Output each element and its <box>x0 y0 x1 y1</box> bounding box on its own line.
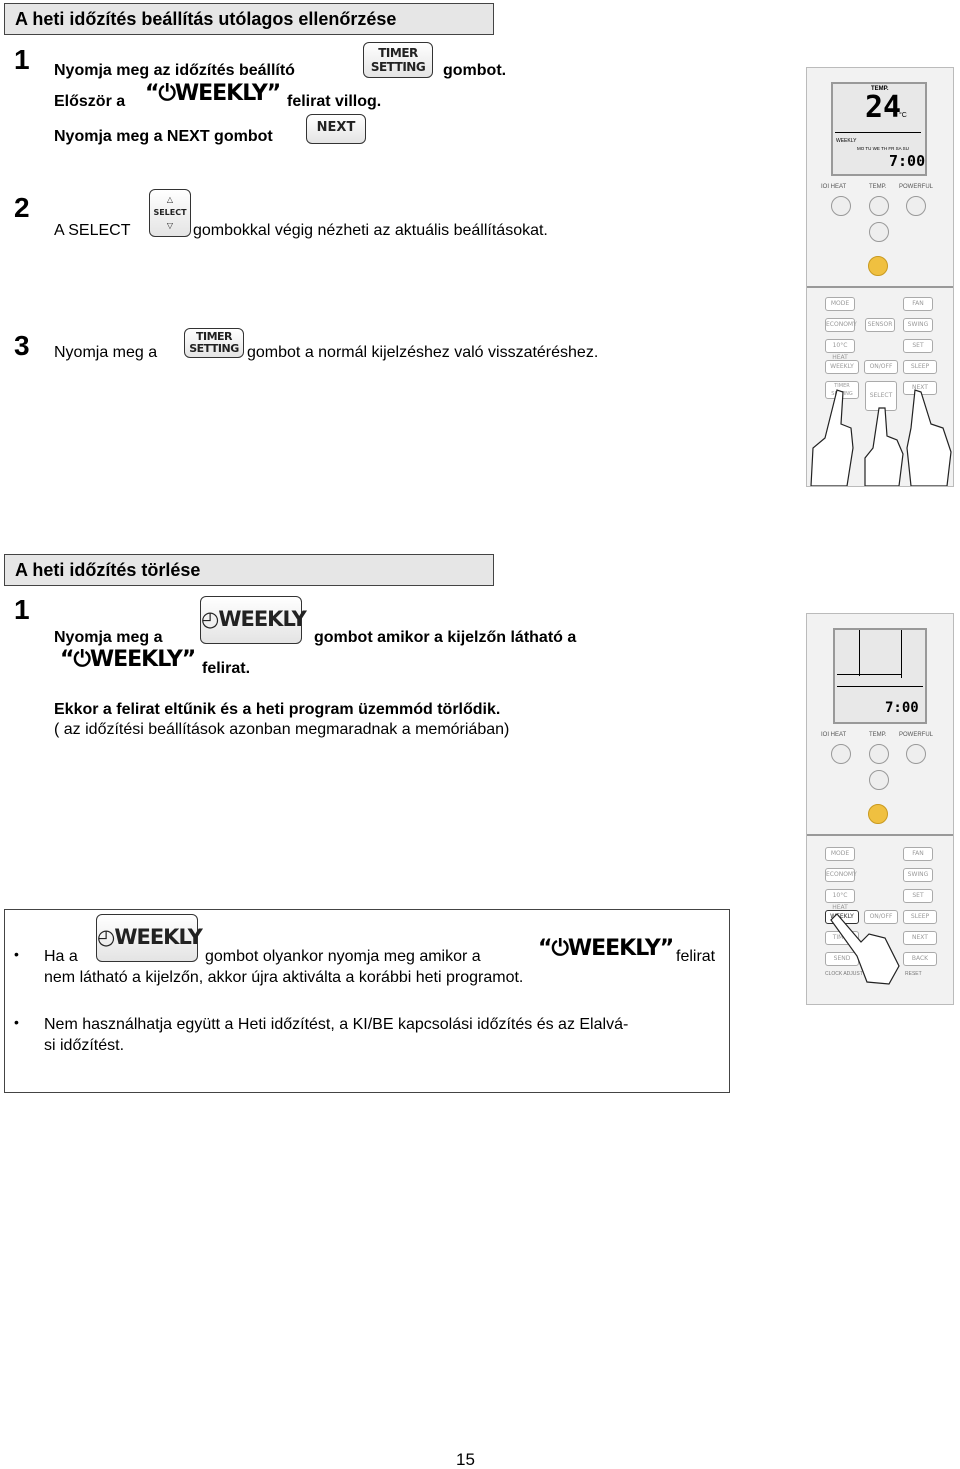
down-arrow-icon: ▽ <box>166 221 174 230</box>
power-button <box>868 256 888 276</box>
ioi-heat-button <box>831 196 851 216</box>
step-number: 3 <box>14 330 30 361</box>
up-arrow-icon: △ <box>166 195 174 204</box>
clock-icon: ◴ <box>201 607 219 631</box>
note-text: si időzítést. <box>44 1037 125 1054</box>
remote-key: SWING <box>903 868 933 882</box>
next-button: NEXT <box>306 114 366 144</box>
remote-key: FAN <box>903 297 933 311</box>
section-header-check: A heti időzítés beállítás utólagos ellen… <box>4 3 494 35</box>
remote-label: RESET <box>905 971 922 977</box>
remote-key: MODE <box>825 297 855 311</box>
remote-display: TEMP. 24 °C WEEKLY MO TU WE TH FR SA SU … <box>831 82 927 176</box>
remote-key: 10°C HEAT <box>825 889 855 911</box>
remote-key: SENSOR <box>865 318 895 332</box>
remote-key: BACK <box>903 952 937 966</box>
step-text: Ekkor a felirat eltűnik és a heti progra… <box>54 701 501 718</box>
step-text: Nyomja meg a <box>54 629 163 646</box>
time-value: 7:00 <box>885 700 919 716</box>
remote-key: MODE <box>825 847 855 861</box>
step-text: A SELECT <box>54 222 131 239</box>
step-text: Nyomja meg a NEXT gombot <box>54 128 273 145</box>
remote-key: SLEEP <box>903 910 937 924</box>
step-text: gombokkal végig nézheti az aktuális beál… <box>193 222 548 239</box>
step-number: 1 <box>14 44 30 75</box>
note-text: gombot olyankor nyomja meg amikor a <box>205 948 481 965</box>
step-text: Először a <box>54 93 126 110</box>
hand-icon <box>830 913 900 985</box>
powerful-button <box>906 744 926 764</box>
temperature-unit: °C <box>899 112 907 119</box>
remote-key: FAN <box>903 847 933 861</box>
remote-display: 7:00 <box>833 628 927 724</box>
temp-down-button <box>869 222 889 242</box>
step-text: ( az időzítési beállítások azonban megma… <box>54 721 510 738</box>
remote-label: POWERFUL <box>899 732 934 738</box>
remote-control-illustration: 7:00 IOI HEAT TEMP. POWERFUL MODE FAN EC… <box>806 613 954 1005</box>
bullet-icon: • <box>14 1014 19 1030</box>
temp-up-button <box>869 196 889 216</box>
step-text: felirat. <box>202 660 251 677</box>
remote-key: SLEEP <box>903 360 937 374</box>
section-header-delete: A heti időzítés törlése <box>4 554 494 586</box>
time-value: 7:00 <box>889 152 926 170</box>
weekly-label-icon: “⏻WEEKLY” <box>538 936 674 961</box>
powerful-button <box>906 196 926 216</box>
note-text: nem látható a kijelzőn, akkor újra aktiv… <box>44 969 524 986</box>
remote-label: IOI HEAT <box>821 732 847 738</box>
step-number: 2 <box>14 192 30 223</box>
power-button <box>868 804 888 824</box>
weekly-indicator: WEEKLY <box>836 138 857 144</box>
hand-icon <box>810 389 952 486</box>
note-text: Ha a <box>44 948 78 965</box>
step-text: gombot amikor a kijelzőn látható a <box>314 629 577 646</box>
weekly-label-icon: “⏻WEEKLY” <box>60 647 196 672</box>
select-button: △ SELECT ▽ <box>149 189 191 237</box>
timer-setting-button: TIMER SETTING <box>184 328 244 358</box>
remote-key: SWING <box>903 318 933 332</box>
timer-setting-button: TIMER SETTING <box>363 42 433 78</box>
remote-label: POWERFUL <box>899 184 934 190</box>
remote-key: ECONOMY <box>825 318 857 332</box>
temp-up-button <box>869 744 889 764</box>
remote-label: TEMP. <box>869 184 887 190</box>
days-indicator: MO TU WE TH FR SA SU <box>857 146 909 151</box>
remote-label: IOI HEAT <box>821 184 847 190</box>
remote-label: TEMP. <box>869 732 887 738</box>
step-number: 1 <box>14 594 30 625</box>
remote-key: ECONOMY <box>825 868 857 882</box>
bullet-icon: • <box>14 946 19 962</box>
remote-control-illustration: TEMP. 24 °C WEEKLY MO TU WE TH FR SA SU … <box>806 67 954 487</box>
weekly-button: ◴WEEKLY <box>200 596 307 644</box>
weekly-button: ◴WEEKLY <box>96 914 203 962</box>
remote-key: NEXT <box>903 931 937 945</box>
page-number: 15 <box>456 1450 475 1469</box>
ioi-heat-button <box>831 744 851 764</box>
remote-key: SET <box>903 339 933 353</box>
step-text: Nyomja meg az időzítés beállító <box>54 62 295 79</box>
remote-key: 10°C HEAT <box>825 339 855 361</box>
temperature-value: 24 <box>865 90 902 125</box>
remote-key: SET <box>903 889 933 903</box>
clock-icon: ◴ <box>97 925 115 949</box>
step-text: Nyomja meg a <box>54 344 158 361</box>
step-text: gombot. <box>443 62 507 79</box>
note-text: felirat <box>676 948 716 965</box>
weekly-label-icon: “⏻WEEKLY” <box>145 81 281 106</box>
remote-key: WEEKLY <box>825 360 859 374</box>
remote-key: ON/OFF <box>864 360 898 374</box>
step-text: felirat villog. <box>287 93 382 110</box>
step-text: gombot a normál kijelzéshez való visszat… <box>247 344 599 361</box>
note-text: Nem használhatja együtt a Heti időzítést… <box>44 1016 629 1033</box>
temp-down-button <box>869 770 889 790</box>
manual-page: A heti időzítés beállítás utólagos ellen… <box>0 0 960 1469</box>
